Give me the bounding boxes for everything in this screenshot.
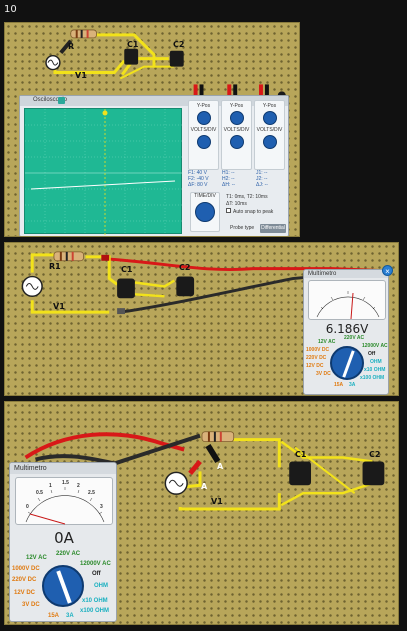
dial-needle bbox=[29, 513, 66, 525]
channel-1-volts-knob[interactable] bbox=[196, 135, 211, 149]
breadboard-panel-2[interactable]: R1 C1 C2 V1 Multímetro 6.186V 12V AC 220… bbox=[4, 242, 399, 396]
readout-dh: ΔH: -- bbox=[222, 182, 236, 188]
channel-3-ypos-label: Y-Pos bbox=[262, 103, 277, 109]
range-1000v-dc[interactable]: 1000V DC bbox=[306, 347, 329, 353]
capacitor-c1-label: C1 bbox=[295, 450, 307, 459]
breadboard-panel-3[interactable]: C1 C2 V1 A A Multimetro 0 0.5 1 1.5 2 2.… bbox=[4, 401, 399, 625]
channel-1-volts-label: VOLTS/DIV bbox=[190, 127, 217, 133]
differential-button[interactable]: Differential bbox=[260, 224, 286, 233]
range-220v-ac[interactable]: 220V AC bbox=[56, 551, 80, 557]
channel-2-ypos-knob[interactable] bbox=[229, 111, 244, 125]
scale-0-5: 0.5 bbox=[36, 490, 43, 496]
channel-3-volts-label: VOLTS/DIV bbox=[256, 127, 283, 133]
meter-reading: 0A bbox=[54, 529, 74, 547]
channel-1-ypos-label: Y-Pos bbox=[196, 103, 211, 109]
range-x10-ohm[interactable]: x10 OHM bbox=[364, 367, 385, 373]
channel-2-ypos-label: Y-Pos bbox=[229, 103, 244, 109]
range-220v-dc[interactable]: 220V DC bbox=[306, 355, 326, 361]
scale-3: 3 bbox=[100, 504, 103, 510]
multimeter-window[interactable]: Multimetro 0 0.5 1 1.5 2 2.5 3 0A 12V AC bbox=[9, 462, 117, 622]
range-12v-dc[interactable]: 12V DC bbox=[306, 363, 324, 369]
knob-pointer bbox=[342, 350, 355, 378]
auto-snap-row[interactable]: Auto snap to peak bbox=[226, 208, 273, 216]
range-off[interactable]: Off bbox=[92, 571, 101, 577]
readout-dj: ΔJ: -- bbox=[256, 182, 268, 188]
channel-1-ypos-knob[interactable] bbox=[196, 111, 211, 125]
range-12v-ac[interactable]: 12V AC bbox=[26, 555, 47, 561]
capacitor-c1-label: C1 bbox=[121, 265, 133, 274]
capacitor-c2-label: C2 bbox=[173, 40, 185, 49]
range-x100-ohm[interactable]: x100 OHM bbox=[360, 375, 384, 381]
probe-type-label: Probe type bbox=[230, 225, 255, 231]
oscilloscope-window[interactable]: Osciloscopio Y-Pos VOLTS/DIV Y-Pos VOLTS… bbox=[19, 95, 289, 236]
close-icon[interactable]: × bbox=[382, 265, 393, 276]
range-ohm[interactable]: OHM bbox=[94, 583, 108, 589]
multimeter-title: Multimetro bbox=[10, 463, 116, 474]
auto-snap-label: Auto snap to peak bbox=[233, 209, 274, 215]
multimeter-window[interactable]: Multímetro 6.186V 12V AC 220V AC 12000V … bbox=[303, 269, 389, 395]
range-15a[interactable]: 15A bbox=[48, 613, 59, 619]
source-v1-label: V1 bbox=[211, 497, 223, 506]
range-3v-dc[interactable]: 3V DC bbox=[22, 602, 40, 608]
range-1000v-dc[interactable]: 1000V DC bbox=[12, 566, 40, 572]
scope-trace bbox=[30, 180, 176, 190]
range-220v-dc[interactable]: 220V DC bbox=[12, 577, 36, 583]
breadboard-panel-1[interactable]: R C1 C2 V1 Osciloscopio Y-Pos VOLTS/DIV … bbox=[4, 22, 300, 237]
source-v1-label: V1 bbox=[53, 302, 65, 311]
channel-3-volts-knob[interactable] bbox=[262, 135, 277, 149]
range-selector-knob[interactable] bbox=[42, 565, 84, 607]
timebase-control[interactable]: TIME/DIV bbox=[190, 192, 220, 232]
ammeter-label-2: A bbox=[201, 482, 208, 491]
analog-dial: 0 0.5 1 1.5 2 2.5 3 bbox=[15, 477, 113, 525]
multimeter-title: Multímetro bbox=[304, 270, 388, 278]
range-12v-dc[interactable]: 12V DC bbox=[14, 590, 35, 596]
ammeter-label-1: A bbox=[217, 462, 224, 471]
source-v1-label: V1 bbox=[75, 71, 87, 80]
scope-grid bbox=[25, 109, 183, 235]
range-selector-knob[interactable] bbox=[330, 346, 364, 380]
range-3a[interactable]: 3A bbox=[349, 382, 355, 388]
range-12000v-ac[interactable]: 12000V AC bbox=[362, 343, 388, 349]
readout-df: ΔF: 80 V bbox=[188, 182, 208, 188]
analog-dial bbox=[308, 280, 386, 320]
scale-1: 1 bbox=[49, 483, 52, 489]
scale-1-5: 1.5 bbox=[62, 480, 69, 486]
meter-reading: 6.186V bbox=[325, 322, 369, 336]
channel-1-controls[interactable]: Y-Pos VOLTS/DIV bbox=[188, 100, 219, 170]
step-number: 10 bbox=[4, 4, 17, 15]
knob-pointer bbox=[56, 570, 72, 604]
range-x10-ohm[interactable]: x10 OHM bbox=[82, 598, 108, 604]
range-3a[interactable]: 3A bbox=[66, 613, 74, 619]
capacitor-c2-label: C2 bbox=[179, 263, 191, 272]
range-x100-ohm[interactable]: x100 OHM bbox=[80, 608, 109, 614]
auto-snap-checkbox[interactable] bbox=[226, 208, 231, 213]
scale-2-5: 2.5 bbox=[88, 490, 95, 496]
capacitor-c2-label: C2 bbox=[369, 450, 381, 459]
resistor-label: R bbox=[68, 42, 75, 51]
channel-2-controls[interactable]: Y-Pos VOLTS/DIV bbox=[221, 100, 252, 170]
channel-3-controls[interactable]: Y-Pos VOLTS/DIV bbox=[254, 100, 285, 170]
channel-2-volts-knob[interactable] bbox=[229, 135, 244, 149]
channel-3-ypos-knob[interactable] bbox=[262, 111, 277, 125]
time-markers: T1: 0ms, T2: 10ms bbox=[226, 194, 268, 200]
range-off[interactable]: Off bbox=[368, 351, 375, 357]
time-info: T1: 0ms, T2: 10ms ΔT: 10ms Auto snap to … bbox=[226, 194, 273, 216]
resistor-r1-label: R1 bbox=[49, 262, 61, 271]
scale-2: 2 bbox=[77, 483, 80, 489]
oscilloscope-screen[interactable] bbox=[24, 108, 183, 235]
timebase-knob[interactable] bbox=[195, 202, 215, 222]
range-12v-ac[interactable]: 12V AC bbox=[318, 339, 335, 345]
scale-0: 0 bbox=[26, 504, 29, 510]
range-220v-ac[interactable]: 220V AC bbox=[344, 335, 364, 341]
range-12000v-ac[interactable]: 12000V AC bbox=[80, 561, 111, 567]
range-ohm[interactable]: OHM bbox=[370, 359, 382, 365]
channel-2-volts-label: VOLTS/DIV bbox=[223, 127, 250, 133]
capacitor-c1-label: C1 bbox=[127, 40, 139, 49]
range-3v-dc[interactable]: 3V DC bbox=[316, 371, 331, 377]
scope-settings-icon[interactable] bbox=[58, 97, 65, 104]
range-15a[interactable]: 15A bbox=[334, 382, 343, 388]
time-delta: ΔT: 10ms bbox=[226, 201, 247, 207]
timebase-label: TIME/DIV bbox=[194, 193, 216, 199]
